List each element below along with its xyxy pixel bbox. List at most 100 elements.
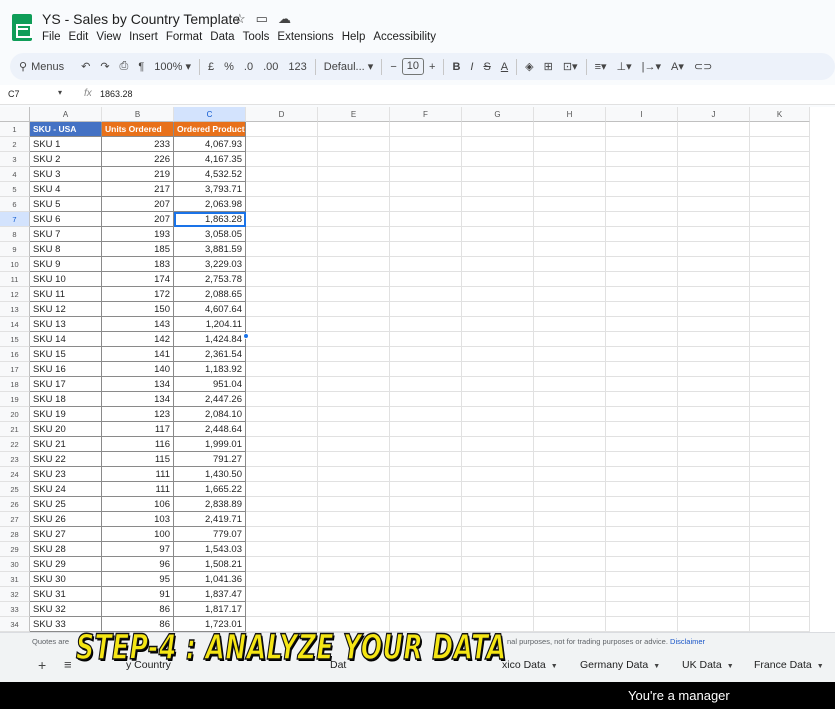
cell[interactable] xyxy=(462,182,534,197)
row-header[interactable]: 11 xyxy=(0,272,30,287)
sales-cell[interactable]: 1,837.47 xyxy=(174,587,246,602)
cell[interactable] xyxy=(534,602,606,617)
sales-cell[interactable]: 1,183.92 xyxy=(174,362,246,377)
font-size-decrease-button[interactable]: − xyxy=(385,61,401,73)
cell[interactable] xyxy=(462,587,534,602)
cell[interactable] xyxy=(678,512,750,527)
cell[interactable] xyxy=(246,272,318,287)
zoom-select[interactable]: 100% ▾ xyxy=(149,60,196,73)
cell[interactable] xyxy=(318,527,390,542)
cell[interactable] xyxy=(318,227,390,242)
sku-cell[interactable]: SKU 3 xyxy=(30,167,102,182)
sales-cell[interactable]: 1,817.17 xyxy=(174,602,246,617)
units-cell[interactable]: 134 xyxy=(102,392,174,407)
cell[interactable] xyxy=(750,137,810,152)
cell[interactable] xyxy=(750,542,810,557)
cell[interactable] xyxy=(678,302,750,317)
merge-icon[interactable]: ⊡▾ xyxy=(558,60,583,73)
cell[interactable] xyxy=(246,557,318,572)
cell[interactable] xyxy=(246,287,318,302)
sales-cell[interactable]: 2,753.78 xyxy=(174,272,246,287)
fill-color-icon[interactable]: ◈ xyxy=(520,60,538,73)
cell[interactable] xyxy=(606,152,678,167)
cell[interactable] xyxy=(462,482,534,497)
sku-cell[interactable]: SKU 7 xyxy=(30,227,102,242)
units-cell[interactable]: 106 xyxy=(102,497,174,512)
row-header[interactable]: 25 xyxy=(0,482,30,497)
cell[interactable] xyxy=(678,362,750,377)
cell[interactable] xyxy=(390,572,462,587)
cell[interactable] xyxy=(318,392,390,407)
sales-cell[interactable]: 2,063.98 xyxy=(174,197,246,212)
cell[interactable] xyxy=(606,587,678,602)
chevron-down-icon[interactable]: ▾ xyxy=(58,88,62,97)
cell[interactable] xyxy=(246,347,318,362)
cell[interactable] xyxy=(318,482,390,497)
cell[interactable] xyxy=(678,242,750,257)
cell[interactable] xyxy=(606,452,678,467)
cell[interactable] xyxy=(318,287,390,302)
row-header[interactable]: 32 xyxy=(0,587,30,602)
cell[interactable] xyxy=(318,212,390,227)
menus-search[interactable]: ⚲ Menus xyxy=(10,60,76,74)
cell[interactable] xyxy=(534,572,606,587)
row-header[interactable]: 17 xyxy=(0,362,30,377)
sales-cell[interactable]: 1,665.22 xyxy=(174,482,246,497)
units-cell[interactable]: 143 xyxy=(102,317,174,332)
menu-data[interactable]: Data xyxy=(210,31,234,43)
units-cell[interactable]: 219 xyxy=(102,167,174,182)
cell[interactable] xyxy=(678,152,750,167)
cell[interactable] xyxy=(462,227,534,242)
units-cell[interactable]: 207 xyxy=(102,212,174,227)
menu-extensions[interactable]: Extensions xyxy=(277,31,333,43)
cell[interactable] xyxy=(750,377,810,392)
cell[interactable] xyxy=(318,437,390,452)
cell[interactable] xyxy=(750,557,810,572)
cell[interactable] xyxy=(606,302,678,317)
cell[interactable] xyxy=(678,212,750,227)
cell[interactable] xyxy=(390,212,462,227)
cell[interactable] xyxy=(534,332,606,347)
add-sheet-button[interactable]: + xyxy=(38,657,46,673)
cell[interactable] xyxy=(750,362,810,377)
cloud-icon[interactable]: ☁ xyxy=(278,11,291,27)
cell[interactable] xyxy=(246,197,318,212)
cell[interactable] xyxy=(390,482,462,497)
cell[interactable] xyxy=(390,332,462,347)
units-cell[interactable]: 91 xyxy=(102,587,174,602)
units-cell[interactable]: 134 xyxy=(102,377,174,392)
cell[interactable] xyxy=(678,587,750,602)
cell[interactable] xyxy=(678,617,750,632)
units-cell[interactable]: 183 xyxy=(102,257,174,272)
cell[interactable] xyxy=(534,617,606,632)
sku-cell[interactable]: SKU 17 xyxy=(30,377,102,392)
cell[interactable] xyxy=(534,257,606,272)
units-cell[interactable]: 217 xyxy=(102,182,174,197)
decrease-decimal-button[interactable]: .0 xyxy=(239,61,258,73)
cell[interactable] xyxy=(390,272,462,287)
cell[interactable] xyxy=(606,392,678,407)
cell[interactable] xyxy=(246,587,318,602)
cell[interactable] xyxy=(390,227,462,242)
cell[interactable] xyxy=(606,467,678,482)
column-header[interactable]: C xyxy=(174,107,246,122)
cell[interactable] xyxy=(390,542,462,557)
sales-cell[interactable]: 2,448.64 xyxy=(174,422,246,437)
sku-cell[interactable]: SKU 19 xyxy=(30,407,102,422)
cell[interactable] xyxy=(246,407,318,422)
menu-accessibility[interactable]: Accessibility xyxy=(373,31,436,43)
cell[interactable] xyxy=(678,287,750,302)
sales-cell[interactable]: 3,058.05 xyxy=(174,227,246,242)
cell[interactable] xyxy=(318,377,390,392)
sales-cell[interactable]: 2,084.10 xyxy=(174,407,246,422)
column-header[interactable]: D xyxy=(246,107,318,122)
cell[interactable] xyxy=(534,272,606,287)
cell[interactable] xyxy=(246,227,318,242)
cell[interactable] xyxy=(678,257,750,272)
cell[interactable] xyxy=(606,422,678,437)
all-sheets-menu-icon[interactable]: ≡ xyxy=(64,657,72,672)
cell[interactable] xyxy=(318,407,390,422)
cell[interactable] xyxy=(390,422,462,437)
cell[interactable] xyxy=(246,122,318,137)
units-cell[interactable]: 185 xyxy=(102,242,174,257)
